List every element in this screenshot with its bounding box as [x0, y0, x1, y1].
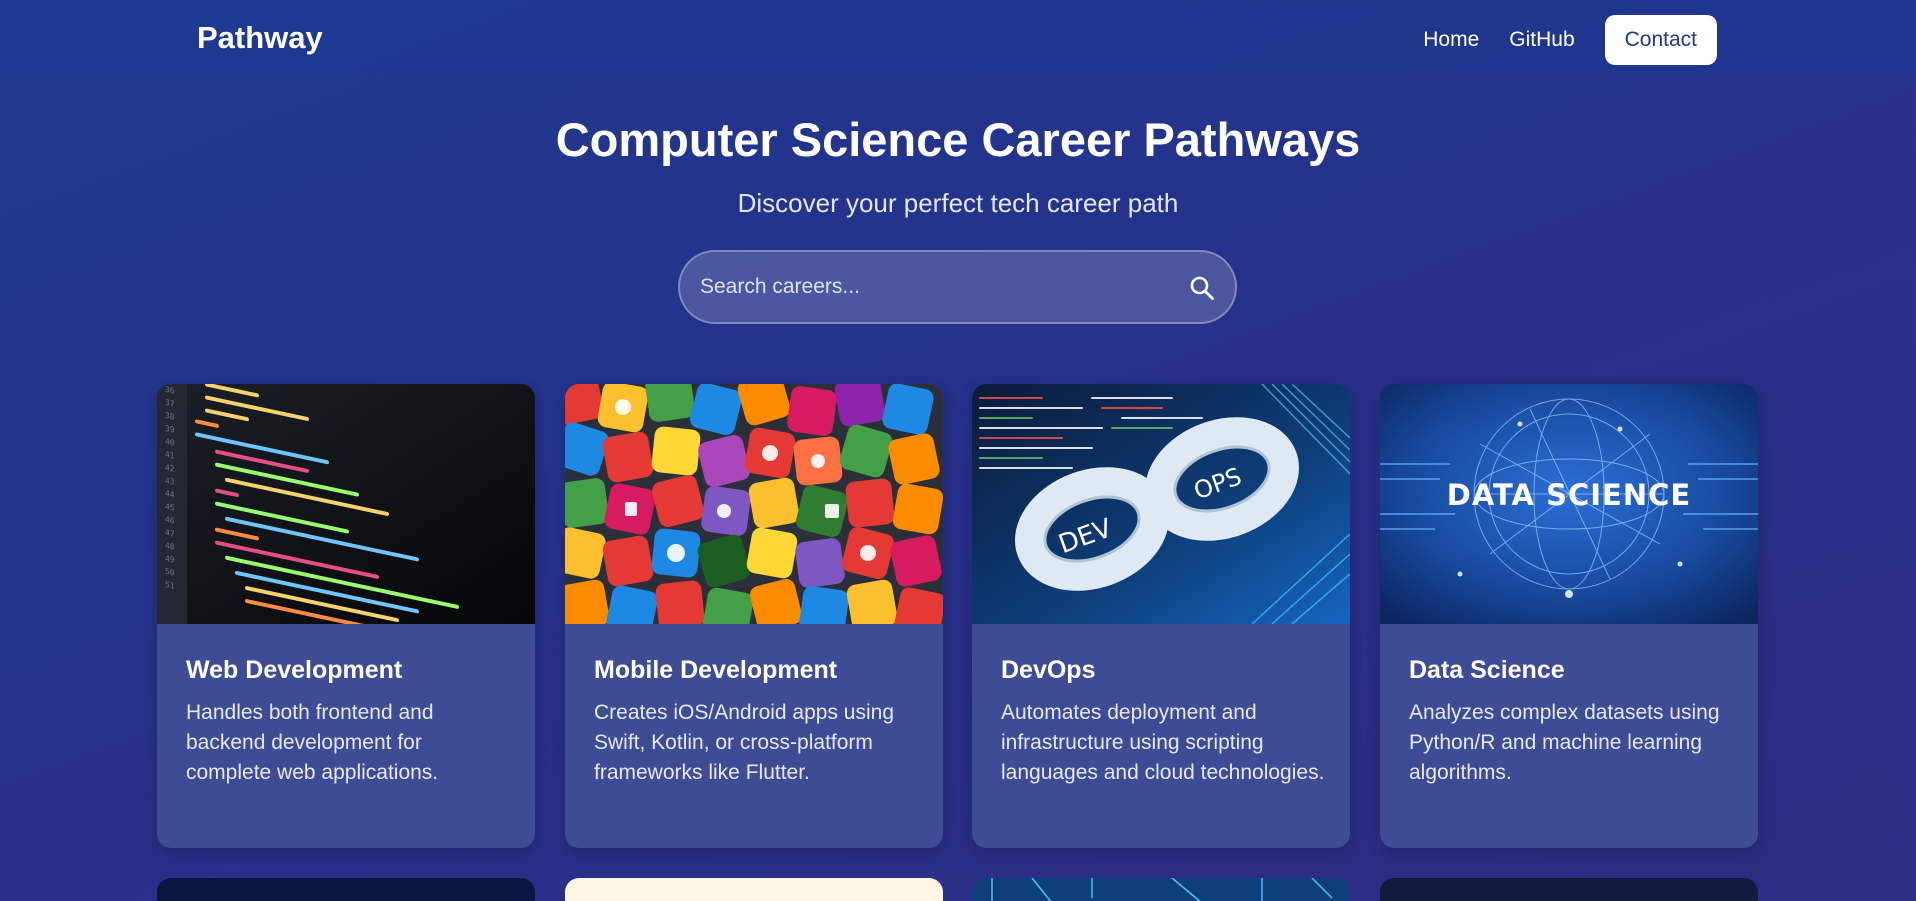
card-description: Creates iOS/Android apps using Swift, Ko…	[594, 701, 894, 784]
search-icon[interactable]	[1189, 275, 1215, 301]
page-subtitle: Discover your perfect tech career path	[737, 188, 1179, 218]
career-card-devops[interactable]: DEV OPS DevOps Automates deployment and …	[972, 384, 1350, 848]
svg-text:50: 50	[165, 566, 175, 578]
svg-text:44: 44	[165, 488, 175, 500]
search-input[interactable]	[700, 252, 1170, 322]
card-title: Web Development	[186, 656, 403, 684]
svg-text:51: 51	[165, 579, 175, 591]
svg-text:47: 47	[165, 527, 175, 539]
career-card-web-development[interactable]: 343536 373839 404142 434445 464748 49505…	[157, 384, 535, 848]
data-science-image: DATA SCIENCE	[1380, 384, 1758, 624]
brand-logo[interactable]: Pathway	[197, 20, 323, 56]
nav-link-home[interactable]: Home	[1423, 28, 1479, 52]
card-title: Data Science	[1409, 656, 1565, 684]
svg-text:49: 49	[165, 553, 175, 565]
svg-text:41: 41	[165, 449, 175, 461]
devops-image: DEV OPS	[972, 384, 1350, 624]
card-title: Mobile Development	[594, 656, 838, 684]
page-title: Computer Science Career Pathways	[555, 113, 1361, 166]
web-development-image: 343536 373839 404142 434445 464748 49505…	[157, 384, 535, 624]
nav-link-github[interactable]: GitHub	[1509, 28, 1574, 52]
svg-text:38: 38	[165, 410, 175, 422]
card-description: Handles both frontend and backend develo…	[186, 701, 439, 784]
career-card-partial[interactable]	[972, 878, 1350, 901]
svg-text:36: 36	[165, 384, 175, 396]
card-description: Automates deployment and infrastructure …	[1001, 701, 1325, 784]
data-science-image-label: DATA SCIENCE	[1447, 478, 1691, 512]
mobile-development-image	[565, 384, 943, 624]
search-bar	[678, 250, 1237, 324]
career-card-data-science[interactable]: DATA SCIENCE Data Science Analyzes compl…	[1380, 384, 1758, 848]
top-navbar: Pathway Home GitHub Contact	[0, 0, 1916, 74]
nav-links: Home GitHub Contact	[1393, 15, 1717, 65]
career-card-partial[interactable]	[157, 878, 535, 901]
svg-text:39: 39	[165, 423, 175, 435]
circuit-image	[991, 878, 1333, 901]
svg-text:43: 43	[165, 475, 175, 487]
card-title: DevOps	[1001, 656, 1096, 684]
svg-text:46: 46	[165, 514, 175, 526]
svg-text:37: 37	[165, 397, 175, 409]
svg-text:48: 48	[165, 540, 175, 552]
svg-text:40: 40	[165, 436, 175, 448]
svg-text:45: 45	[165, 501, 175, 513]
contact-button[interactable]: Contact	[1604, 15, 1717, 65]
svg-text:42: 42	[165, 462, 175, 474]
career-card-partial[interactable]	[565, 878, 943, 901]
career-card-partial[interactable]	[1380, 878, 1758, 901]
card-description: Analyzes complex datasets using Python/R…	[1409, 701, 1720, 784]
career-card-mobile-development[interactable]: Mobile Development Creates iOS/Android a…	[565, 384, 943, 848]
